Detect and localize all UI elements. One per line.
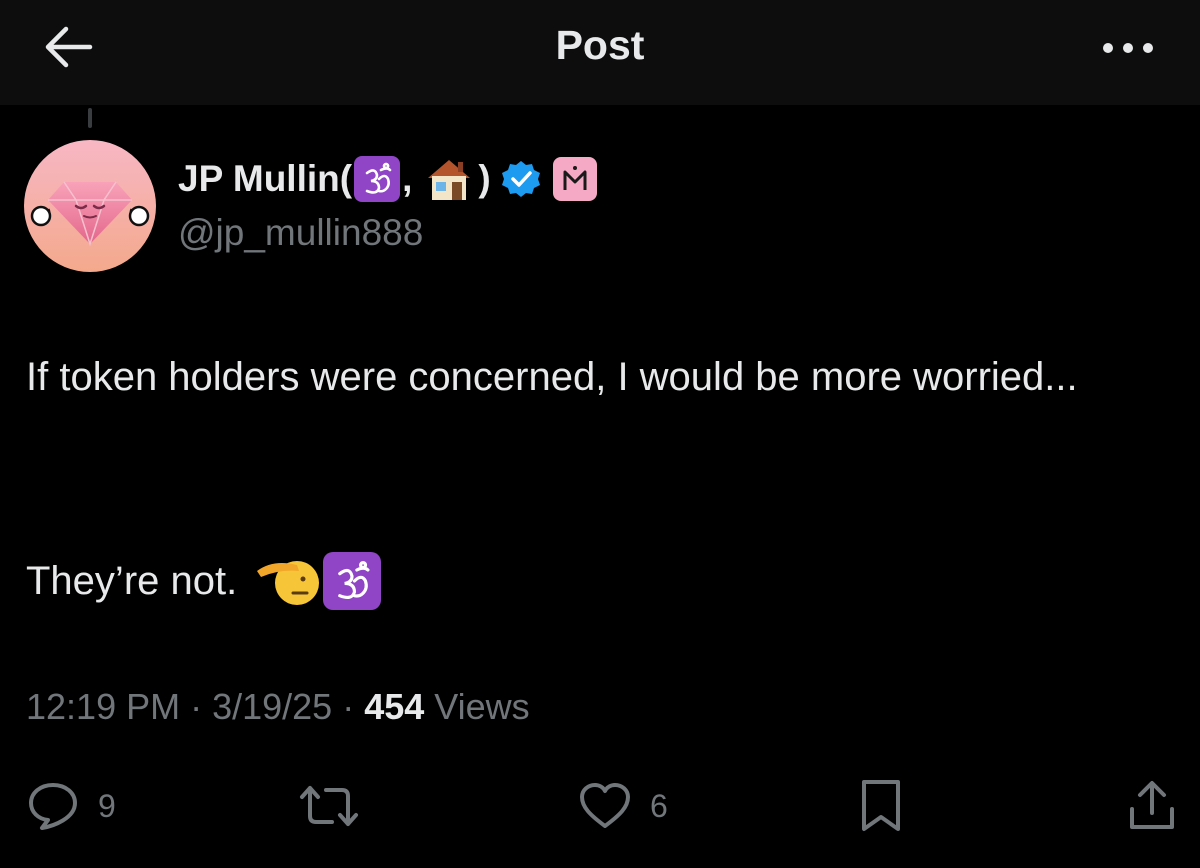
m-badge-icon[interactable] xyxy=(552,157,597,201)
post-text: If token holders were concerned, I would… xyxy=(26,355,1078,399)
om-symbol-icon xyxy=(365,162,392,194)
pink-diamond-avatar-image xyxy=(24,140,156,272)
name-comma: , xyxy=(402,158,413,199)
more-horizontal-icon xyxy=(1103,43,1153,53)
like-button[interactable]: 6 xyxy=(578,776,668,836)
reply-icon xyxy=(29,783,77,830)
post-text-line: They’re not. xyxy=(26,550,382,612)
saluting-face-icon xyxy=(257,561,320,605)
meta-separator: · xyxy=(180,686,213,727)
reply-count: 9 xyxy=(98,787,116,824)
name-open-paren: ( xyxy=(339,158,353,199)
views-label: Views xyxy=(424,686,530,727)
page-title: Post xyxy=(555,22,645,68)
like-count: 6 xyxy=(650,787,668,824)
om-symbol-icon xyxy=(338,561,370,600)
heart-icon xyxy=(580,783,630,828)
om-emoji xyxy=(323,552,382,610)
top-bar: Post xyxy=(0,0,1200,105)
author-display-name[interactable]: JP Mullin xyxy=(178,158,340,200)
more-options-button[interactable] xyxy=(1096,36,1160,60)
verified-badge-icon[interactable] xyxy=(501,159,541,199)
post-text-second-paragraph: They’re not. xyxy=(26,558,238,603)
name-close-paren: ) xyxy=(478,158,491,199)
post-metadata: 12:19 PM · 3/19/25 · 454 Views xyxy=(26,686,530,728)
post-time[interactable]: 12:19 PM xyxy=(26,686,180,727)
house-emoji xyxy=(422,154,476,204)
repost-icon xyxy=(300,786,358,826)
saluting-face-emoji xyxy=(255,555,321,607)
m-letter-icon xyxy=(563,166,587,190)
post-date[interactable]: 3/19/25 xyxy=(212,686,332,727)
share-icon xyxy=(1130,781,1174,829)
thread-connector-line xyxy=(88,108,92,128)
om-emoji xyxy=(354,156,401,202)
avatar[interactable] xyxy=(24,140,156,272)
meta-separator: · xyxy=(332,686,365,727)
bookmark-button[interactable] xyxy=(858,776,904,836)
share-button[interactable] xyxy=(1128,776,1176,836)
author-name-row[interactable]: JP Mullin ( , ) xyxy=(178,148,597,210)
views-count: 454 xyxy=(364,686,425,727)
verified-check-icon xyxy=(501,161,540,197)
reply-button[interactable]: 9 xyxy=(26,776,116,836)
bookmark-icon xyxy=(862,780,900,831)
repost-button[interactable] xyxy=(298,776,378,836)
author-handle[interactable]: @jp_mullin888 xyxy=(178,212,423,254)
house-icon xyxy=(428,160,471,200)
